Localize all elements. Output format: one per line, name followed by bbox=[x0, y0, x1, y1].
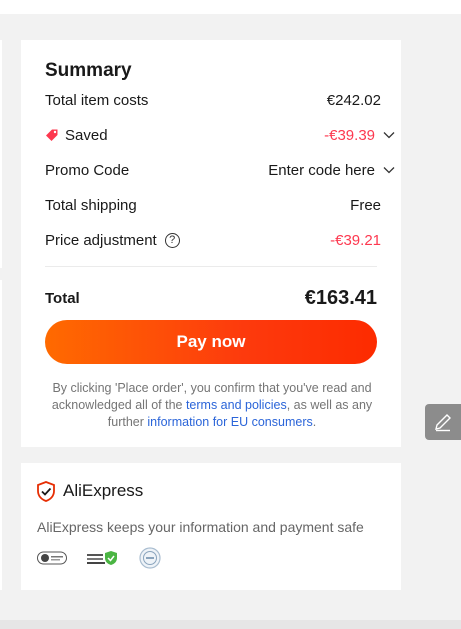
price-adjustment-label-group: Price adjustment ? bbox=[45, 232, 330, 249]
pay-now-button[interactable]: Pay now bbox=[45, 320, 377, 364]
edit-pencil-icon bbox=[435, 414, 451, 432]
total-value: €163.41 bbox=[304, 286, 377, 309]
eu-consumers-info-link[interactable]: information for EU consumers bbox=[147, 415, 312, 429]
saved-label-group: Saved bbox=[45, 127, 324, 144]
disclaimer-text-3: . bbox=[312, 415, 317, 429]
order-disclaimer: By clicking 'Place order', you confirm t… bbox=[43, 380, 381, 431]
total-item-costs-label: Total item costs bbox=[45, 91, 149, 109]
total-row: Total €163.41 bbox=[45, 286, 377, 310]
price-adjustment-row: Price adjustment ? -€39.21 bbox=[45, 230, 381, 250]
total-shipping-row: Total shipping Free bbox=[45, 195, 381, 215]
price-adjustment-label: Price adjustment bbox=[45, 231, 157, 249]
brand-row: AliExpress bbox=[37, 479, 143, 503]
tag-icon bbox=[46, 129, 58, 141]
total-item-costs-value: €242.02 bbox=[326, 91, 381, 109]
security-badge-icon bbox=[87, 550, 119, 566]
left-panel-edge bbox=[0, 40, 2, 268]
security-badge-icon bbox=[139, 547, 161, 569]
safety-message: AliExpress keeps your information and pa… bbox=[37, 519, 364, 535]
brand-name: AliExpress bbox=[63, 481, 144, 500]
shield-check-icon bbox=[37, 480, 55, 502]
saved-value: -€39.39 bbox=[324, 126, 375, 144]
divider bbox=[45, 266, 377, 267]
saved-row[interactable]: Saved -€39.39 bbox=[45, 125, 395, 145]
top-band bbox=[0, 0, 461, 14]
left-panel-edge-lower bbox=[0, 280, 2, 590]
total-item-costs-row: Total item costs €242.02 bbox=[45, 90, 381, 110]
price-adjustment-value: -€39.21 bbox=[330, 231, 381, 249]
edit-button[interactable] bbox=[425, 404, 461, 440]
total-shipping-value: Free bbox=[350, 196, 381, 214]
saved-label: Saved bbox=[65, 126, 108, 144]
security-badge-icon bbox=[37, 550, 67, 566]
payment-safety-card: AliExpress AliExpress keeps your informa… bbox=[21, 463, 401, 590]
promo-code-row[interactable]: Promo Code Enter code here bbox=[45, 160, 395, 180]
total-shipping-label: Total shipping bbox=[45, 196, 137, 214]
terms-and-policies-link[interactable]: terms and policies bbox=[186, 398, 287, 412]
security-badges bbox=[37, 547, 161, 569]
promo-code-input-trigger[interactable]: Enter code here bbox=[268, 162, 375, 179]
chevron-down-icon[interactable] bbox=[381, 162, 397, 178]
help-icon[interactable]: ? bbox=[164, 232, 180, 248]
summary-title: Summary bbox=[45, 60, 132, 81]
total-label: Total bbox=[45, 289, 80, 307]
chevron-down-icon[interactable] bbox=[381, 127, 397, 143]
order-summary-card: Summary Total item costs €242.02 Saved -… bbox=[21, 40, 401, 447]
bottom-band bbox=[0, 620, 461, 629]
promo-code-label: Promo Code bbox=[45, 161, 130, 179]
